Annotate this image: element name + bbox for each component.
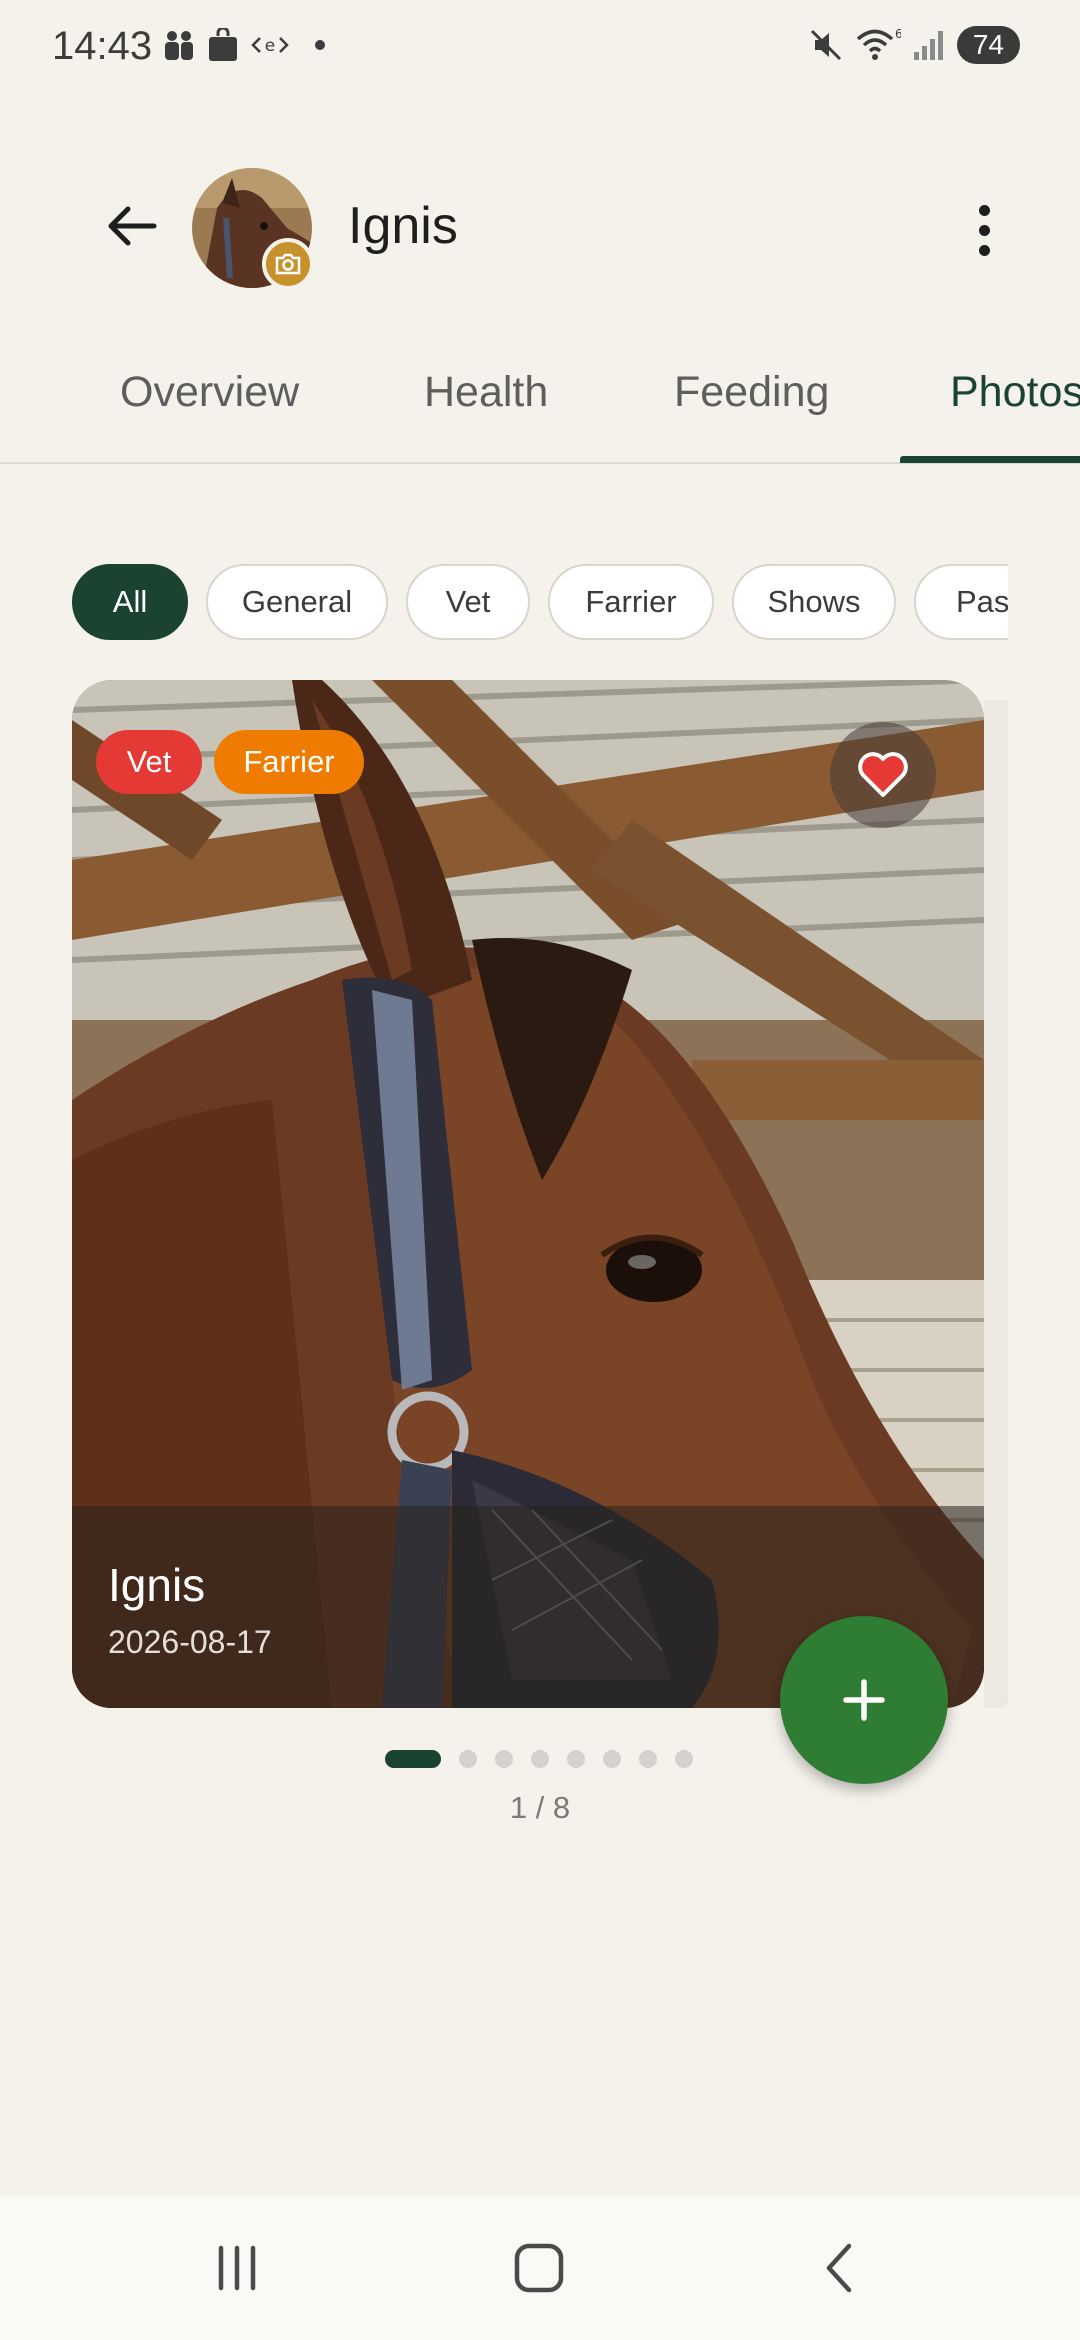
page-title: Ignis xyxy=(348,197,458,255)
pager-dot[interactable] xyxy=(639,1750,657,1768)
camera-icon xyxy=(275,253,301,275)
tag-vet: Vet xyxy=(96,730,202,794)
svg-text:e: e xyxy=(265,36,275,56)
photo-date: 2026-08-17 xyxy=(108,1624,272,1660)
pager-dot[interactable] xyxy=(567,1750,585,1768)
bag-icon xyxy=(209,28,237,61)
pager-dot[interactable] xyxy=(531,1750,549,1768)
pager-dot-active[interactable] xyxy=(385,1750,441,1768)
app-header: Ignis xyxy=(0,150,1080,310)
add-photo-button[interactable] xyxy=(780,1616,948,1784)
dot-icon xyxy=(315,40,325,50)
arrow-left-icon xyxy=(108,206,157,246)
camera-badge xyxy=(262,238,314,290)
tab-health[interactable]: Health xyxy=(424,368,548,417)
photo-name: Ignis xyxy=(108,1559,206,1611)
system-nav-bar xyxy=(0,2196,1080,2340)
heart-icon xyxy=(858,752,908,797)
pager-dot[interactable] xyxy=(459,1750,477,1768)
card-edge xyxy=(984,700,1008,1708)
code-icon: e xyxy=(251,36,289,56)
recents-button[interactable] xyxy=(192,2232,282,2304)
teams-icon xyxy=(165,31,193,60)
pager-dots xyxy=(385,1750,693,1768)
filter-chips: All General Vet Farrier Shows Past xyxy=(72,564,1008,644)
favorite-button[interactable] xyxy=(830,722,936,828)
status-time: 14:43 xyxy=(52,24,153,68)
chip-shows[interactable]: Shows xyxy=(732,564,896,640)
signal-icon xyxy=(913,31,943,60)
tab-feeding[interactable]: Feeding xyxy=(674,368,829,417)
pager-dot[interactable] xyxy=(675,1750,693,1768)
tag-farrier: Farrier xyxy=(214,730,364,794)
battery-indicator: 74 xyxy=(956,26,1020,64)
back-icon xyxy=(826,2243,852,2293)
photo-counter: 1 / 8 xyxy=(509,1790,571,1825)
app-screen: 14:43 e 6 74 Ignis Overview Health Feedi… xyxy=(0,0,1080,2340)
home-icon xyxy=(514,2243,564,2293)
status-icons-left: e xyxy=(162,28,334,62)
svg-text:6: 6 xyxy=(895,27,901,41)
more-options-button[interactable] xyxy=(948,190,1020,270)
tab-photos[interactable]: Photos xyxy=(950,368,1080,417)
home-button[interactable] xyxy=(494,2232,584,2304)
tab-overview[interactable]: Overview xyxy=(120,368,299,417)
pager-dot[interactable] xyxy=(603,1750,621,1768)
wifi-icon: 6 xyxy=(856,27,901,60)
status-icons-right: 6 74 xyxy=(807,26,1020,64)
more-vert-icon xyxy=(978,204,990,216)
chip-vet[interactable]: Vet xyxy=(406,564,530,640)
avatar-button[interactable] xyxy=(192,168,314,290)
tab-bar: Overview Health Feeding Photos xyxy=(0,340,1080,464)
recents-icon xyxy=(218,2245,256,2291)
mute-icon xyxy=(810,29,841,61)
pager-dot[interactable] xyxy=(495,1750,513,1768)
back-button[interactable] xyxy=(96,190,168,262)
status-bar: 14:43 e 6 74 xyxy=(0,0,1080,100)
chip-all[interactable]: All xyxy=(72,564,188,640)
chip-farrier[interactable]: Farrier xyxy=(548,564,714,640)
plus-icon xyxy=(843,1679,885,1721)
tab-indicator xyxy=(900,456,1080,463)
photo-card[interactable]: Vet Farrier Ignis 2026-08-17 xyxy=(72,680,984,1708)
chip-past[interactable]: Past xyxy=(914,564,1008,640)
nav-back-button[interactable] xyxy=(796,2232,886,2304)
chip-general[interactable]: General xyxy=(206,564,388,640)
